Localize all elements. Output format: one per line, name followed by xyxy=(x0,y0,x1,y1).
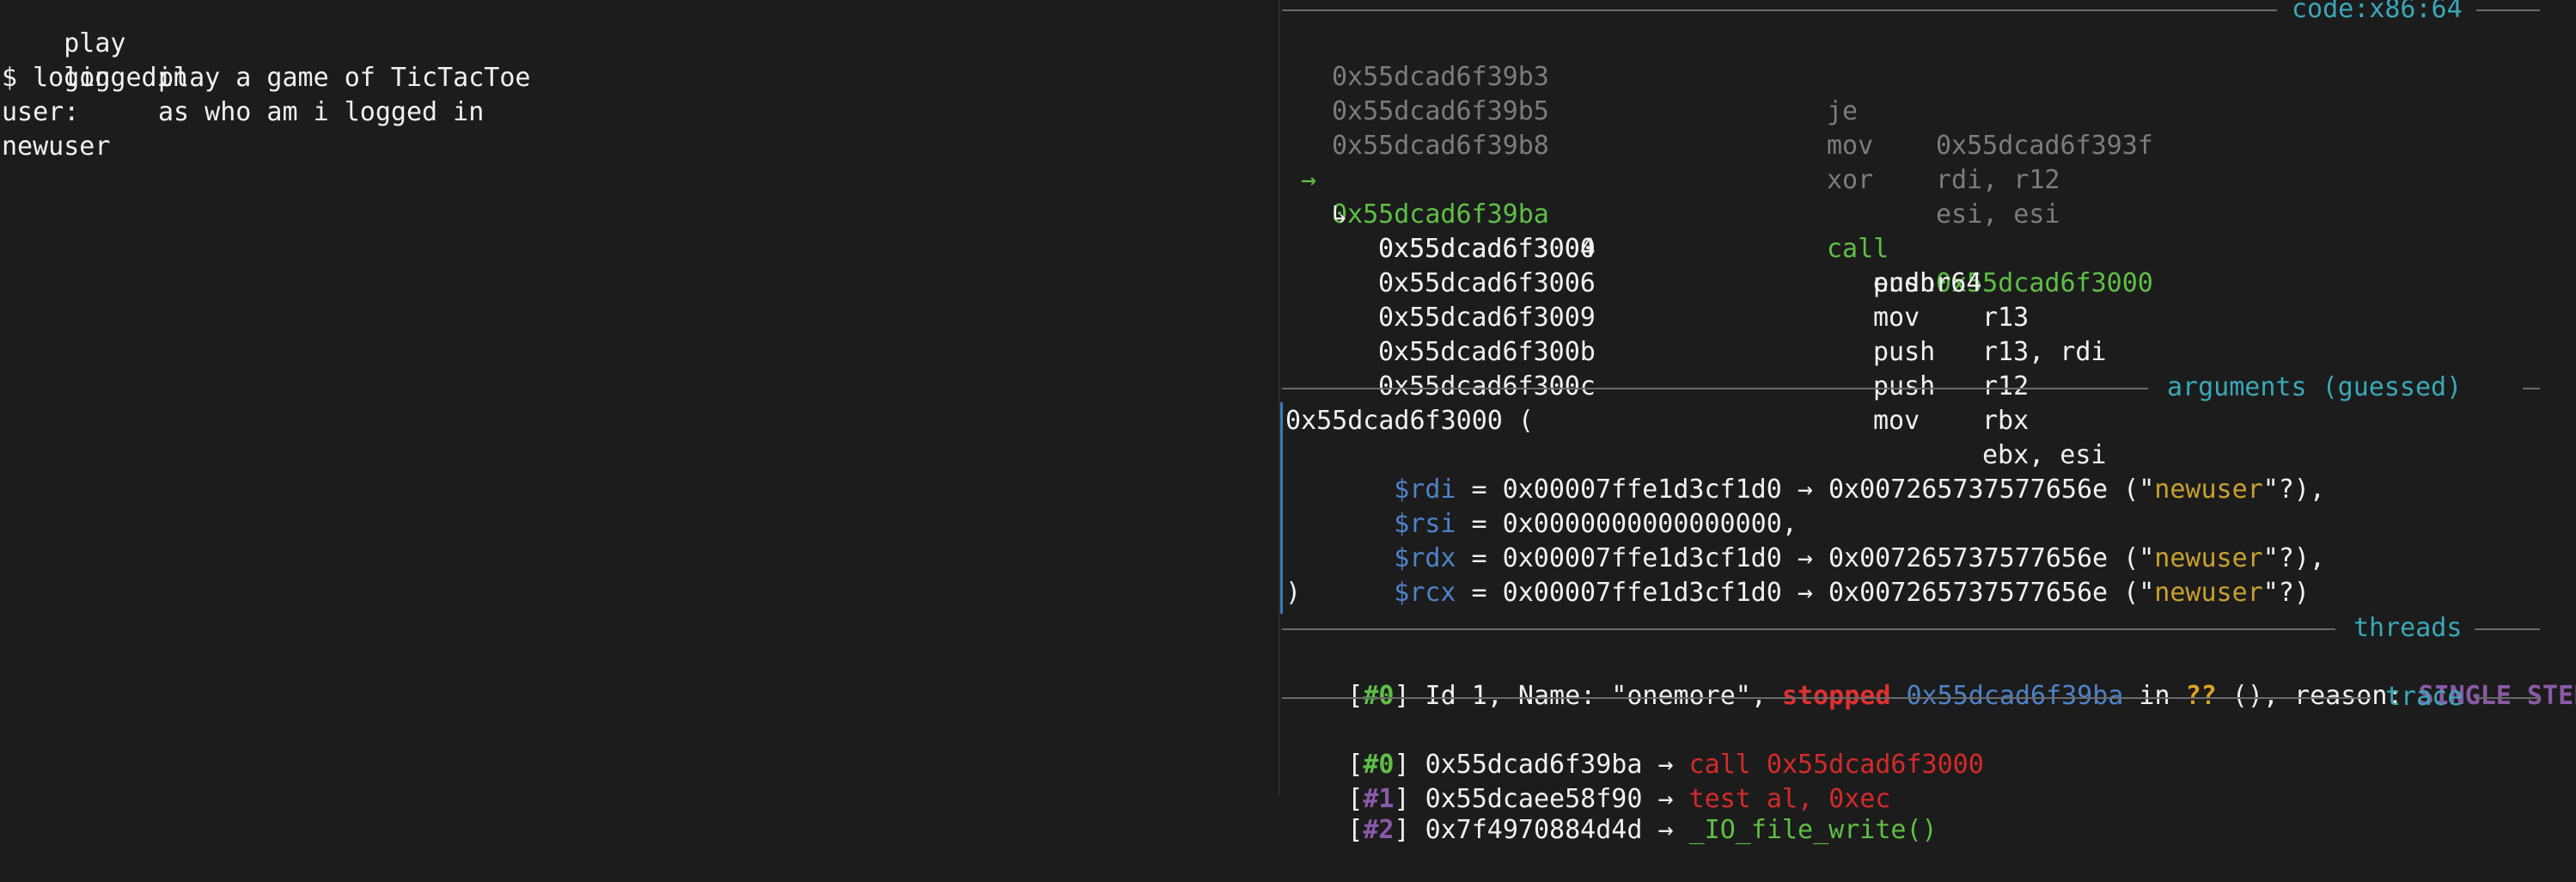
separator-line xyxy=(2476,9,2540,11)
separator-line xyxy=(2475,628,2540,630)
frame-arrow-icon: → xyxy=(1642,815,1689,845)
section-title: arguments (guessed) xyxy=(2167,372,2463,402)
separator-line xyxy=(1282,697,2372,699)
argument-line: $rsi = 0x0000000000000000, xyxy=(1332,473,1798,539)
debugger-pane: code:x86:64 0x55dcad6f39b3 je 0x55dcad6f… xyxy=(1280,0,2576,845)
argument-suffix: "?), xyxy=(2262,475,2325,505)
separator-line xyxy=(2475,697,2540,699)
disasm-row: 0x55dcad6f39b3 je 0x55dcad6f393f xyxy=(1280,26,2576,161)
argument-line: $rdx = 0x00007ffe1d3cf1d0 → 0x0072657375… xyxy=(1332,507,2325,573)
disasm-row: 0x55dcad6f300c mov ebx, esi xyxy=(1280,335,2576,470)
disasm-row: 0x55dcad6f3004 push r13 xyxy=(1280,198,2576,333)
disasm-row: 0x55dcad6f39b8 xor esi, esi xyxy=(1280,95,2576,230)
trace-frame: [#2] 0x7f4970884d4d → _IO_file_write() xyxy=(1285,779,1937,845)
separator-line xyxy=(1282,388,2148,389)
argument-line: $rcx = 0x00007ffe1d3cf1d0 → 0x0072657375… xyxy=(1332,542,2310,608)
call-close-line: ) xyxy=(1285,578,1302,608)
argument-string: newuser xyxy=(2154,475,2263,505)
section-title: trace xyxy=(2385,682,2463,712)
help-row-play: play play a game of TicTacToe xyxy=(2,0,530,93)
disasm-row: 0x55dcad6f3009 push r12 xyxy=(1280,266,2576,401)
thread-line: [#0] Id 1, Name: "onemore", stopped 0x55… xyxy=(1285,645,2576,711)
user-input-line[interactable]: newuser xyxy=(2,130,110,164)
user-prompt-line: user: xyxy=(2,97,80,127)
frame-index: #2 xyxy=(1363,815,1395,845)
shell-prompt-line: $ login xyxy=(2,63,111,93)
arguments-block-marker xyxy=(1280,402,1283,614)
frame-instruction: _IO_file_write() xyxy=(1688,815,1938,845)
section-title: threads xyxy=(2353,613,2463,643)
frame-address: 0x7f4970884d4d xyxy=(1425,815,1643,845)
separator-line xyxy=(2523,388,2540,389)
section-title: code:x86:64 xyxy=(2292,0,2463,24)
bracket: [ xyxy=(1347,815,1364,845)
separator-line xyxy=(1282,628,2335,630)
argument-string: newuser xyxy=(2154,578,2263,608)
disasm-row: 0x55dcad6f3006 mov r13, rdi xyxy=(1280,232,2576,367)
command-description: as who am i logged in xyxy=(158,97,485,127)
argument-suffix: "?) xyxy=(2262,578,2310,608)
current-instruction-row: → 0x55dcad6f39ba call 0x55dcad6f3000 xyxy=(1280,129,2576,298)
call-open-line: 0x55dcad6f3000 ( xyxy=(1285,406,1534,436)
terminal-pane[interactable]: play play a game of TicTacToe loggedin a… xyxy=(0,0,1279,796)
trace-frame: [#0] 0x55dcad6f39ba → call 0x55dcad6f300… xyxy=(1285,714,1984,780)
argument-value: = 0x00007ffe1d3cf1d0 → 0x007265737577656… xyxy=(1456,578,2155,608)
trace-frame: [#1] 0x55dcaee58f90 → test al, 0xec xyxy=(1285,748,1890,814)
argument-line: $rdi = 0x00007ffe1d3cf1d0 → 0x0072657375… xyxy=(1332,438,2325,505)
command-description: play a game of TicTacToe xyxy=(158,63,531,93)
disasm-row: ↳ 0x55dcad6f3000 endbr64 xyxy=(1280,163,2576,298)
register-name: $rcx xyxy=(1394,578,1456,608)
separator-line xyxy=(1282,9,2277,11)
disasm-row: 0x55dcad6f300b push rbx xyxy=(1280,301,2576,436)
bracket: ] xyxy=(1394,815,1425,845)
help-row-loggedin: loggedin as who am i logged in xyxy=(2,27,484,127)
disasm-row: 0x55dcad6f39b5 mov rdi, r12 xyxy=(1280,60,2576,195)
